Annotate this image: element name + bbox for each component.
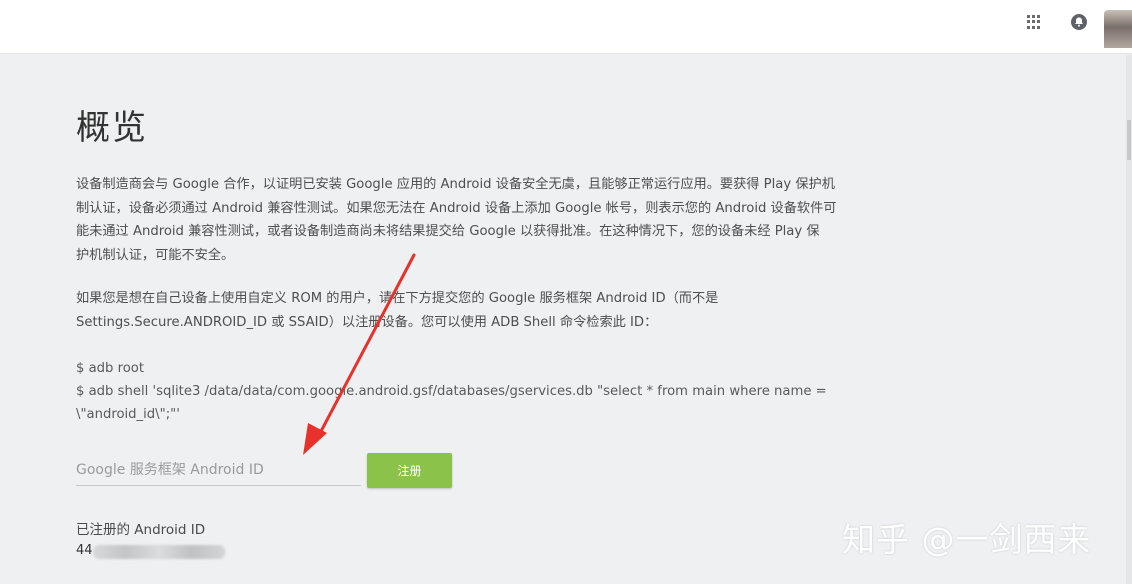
apps-grid-icon[interactable] bbox=[1027, 15, 1041, 29]
top-bar bbox=[0, 0, 1132, 54]
scrollbar-thumb[interactable] bbox=[1127, 120, 1131, 160]
account-avatar[interactable] bbox=[1104, 10, 1132, 48]
page-title: 概览 bbox=[76, 108, 148, 148]
registered-id-value: 44 bbox=[76, 543, 93, 558]
custom-rom-paragraph: 如果您是想在自己设备上使用自定义 ROM 的用户，请在下方提交您的 Google… bbox=[76, 291, 719, 330]
watermark-text: 知乎 @一剑西来 bbox=[842, 520, 1092, 559]
android-id-input[interactable] bbox=[76, 455, 361, 486]
register-button[interactable]: 注册 bbox=[367, 453, 452, 488]
registered-id-label: 已注册的 Android ID bbox=[76, 522, 206, 538]
intro-paragraph: 设备制造商会与 Google 合作，以证明已安装 Google 应用的 Andr… bbox=[76, 177, 837, 263]
notification-bell-icon[interactable] bbox=[1070, 13, 1088, 31]
redacted-id-mask bbox=[93, 545, 225, 559]
adb-command-text: $ adb root $ adb shell 'sqlite3 /data/da… bbox=[76, 361, 827, 422]
